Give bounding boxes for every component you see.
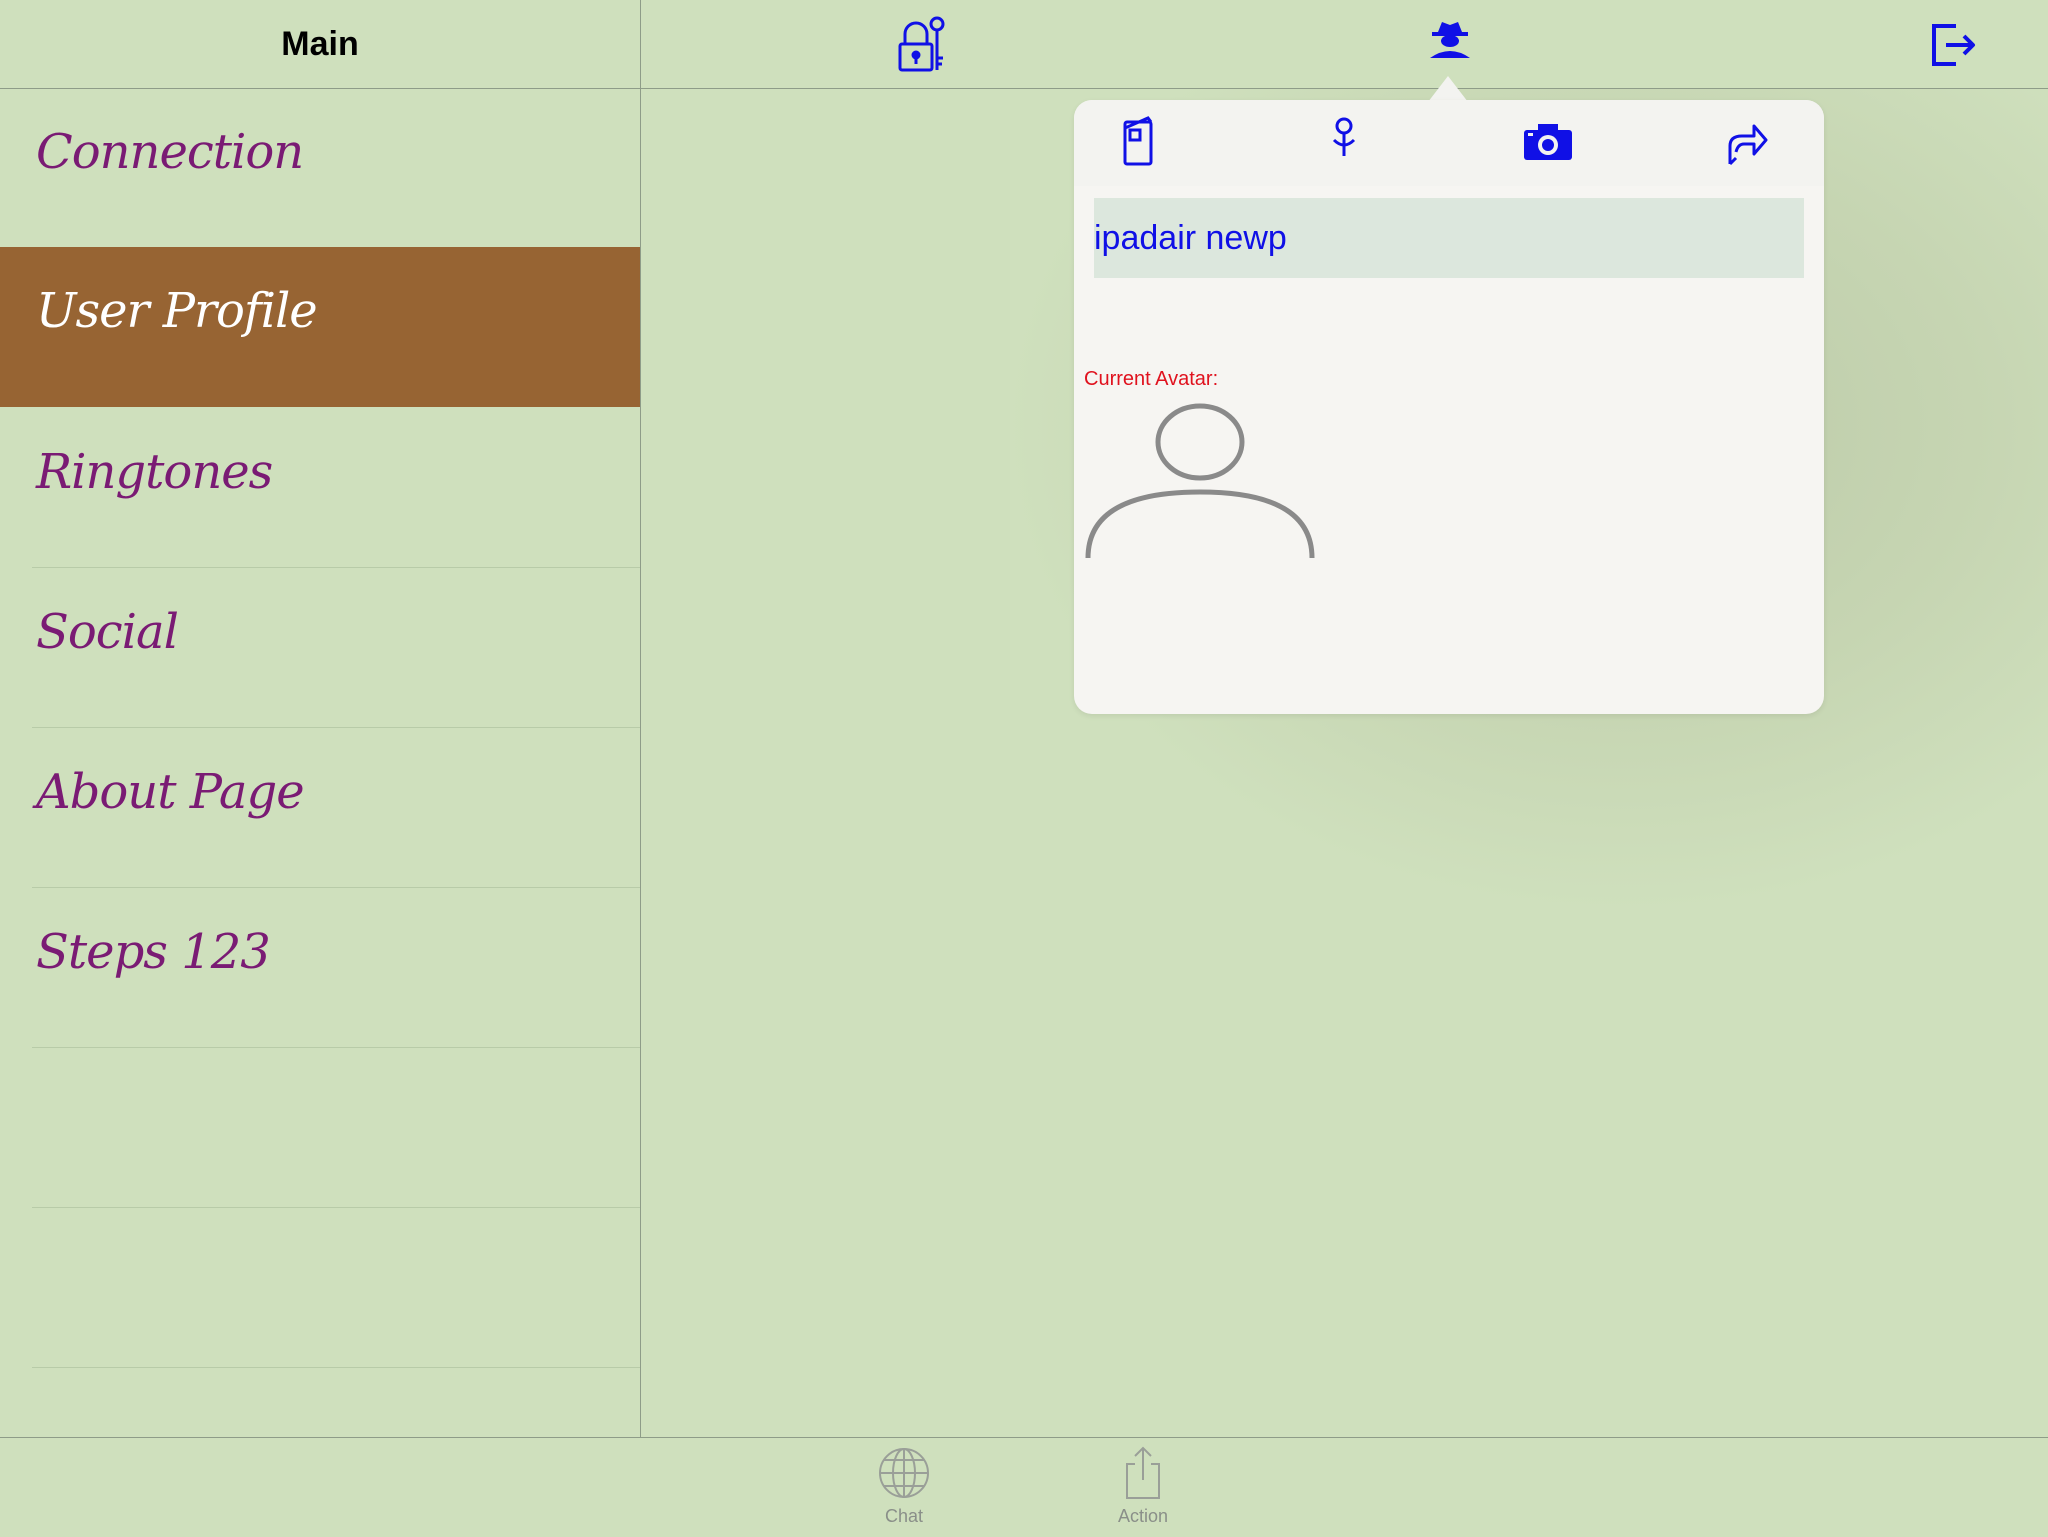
book-icon[interactable]	[1108, 114, 1168, 170]
sidebar-title: Main	[281, 25, 359, 63]
sidebar-item-label: Social	[36, 604, 179, 660]
row-divider	[32, 1367, 640, 1368]
location-pin-icon[interactable]	[1314, 114, 1374, 170]
sidebar-item-label: User Profile	[36, 283, 318, 339]
sidebar-item-label: Connection	[36, 124, 304, 180]
tab-bar: Chat Action	[0, 1437, 2048, 1537]
sidebar-item-user-profile[interactable]: User Profile	[0, 247, 640, 407]
display-name-field[interactable]: ipadair newp	[1094, 198, 1804, 278]
share-box-icon	[1126, 1446, 1160, 1499]
popover-toolbar	[1074, 100, 1824, 186]
sidebar-item-label: Ringtones	[36, 444, 273, 500]
user-profile-popover: ipadair newp Current Avatar:	[1074, 100, 1824, 714]
sidebar: Main Connection User Profile Ringtones S…	[0, 0, 641, 1437]
share-icon[interactable]	[1716, 114, 1776, 170]
tab-label: Action	[1117, 1506, 1169, 1526]
sidebar-item-label: About Page	[36, 764, 305, 820]
logout-icon[interactable]	[1926, 14, 1982, 74]
sidebar-header: Main	[0, 0, 640, 89]
tab-label: Chat	[884, 1506, 924, 1526]
main-toolbar	[641, 0, 2048, 89]
sidebar-item-steps-123[interactable]: Steps 123	[0, 888, 640, 1048]
globe-icon	[879, 1448, 929, 1498]
tab-action[interactable]: Action	[1083, 1446, 1203, 1536]
sidebar-item-social[interactable]: Social	[0, 568, 640, 728]
sidebar-item-label: Steps 123	[36, 924, 271, 980]
sidebar-item-about-page[interactable]: About Page	[0, 728, 640, 888]
camera-icon[interactable]	[1518, 114, 1578, 170]
tab-chat[interactable]: Chat	[844, 1446, 964, 1536]
popover-arrow	[1428, 76, 1468, 102]
sidebar-item-ringtones[interactable]: Ringtones	[0, 408, 640, 568]
spy-user-icon[interactable]	[1422, 14, 1478, 74]
empty-row	[0, 1048, 640, 1208]
current-avatar-label: Current Avatar:	[1084, 368, 1219, 390]
empty-row	[0, 1208, 640, 1368]
default-avatar-icon[interactable]	[1082, 400, 1318, 562]
sidebar-item-connection[interactable]: Connection	[0, 88, 640, 248]
lock-key-icon[interactable]	[895, 14, 951, 74]
